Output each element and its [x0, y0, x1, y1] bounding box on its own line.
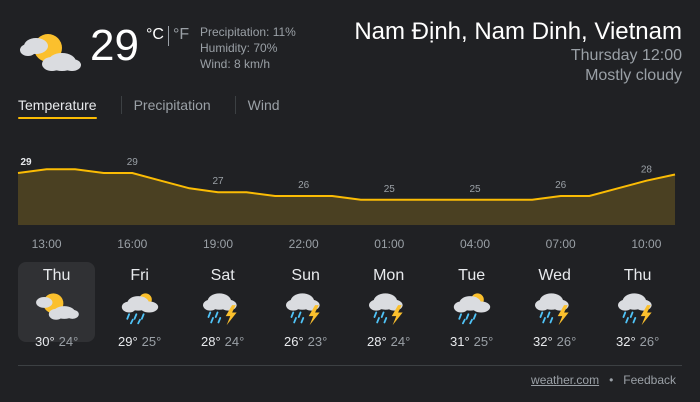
mostly-cloudy-sun-icon [20, 34, 81, 71]
day-temps: 32° 26° [516, 334, 593, 349]
location-name: Nam Định, Nam Dinh, Vietnam [354, 18, 682, 45]
temp-data-label: 25 [384, 184, 396, 195]
precipitation-value: Precipitation: 11% [200, 25, 296, 39]
day-temps: 28° 24° [350, 334, 427, 349]
temp-data-label: 28 [641, 165, 653, 176]
time-tick-label: 22:00 [289, 237, 319, 251]
high-temp: 28° [366, 334, 387, 349]
day-name: Sat [210, 267, 235, 284]
day-temps: 29° 25° [101, 334, 178, 349]
low-temp: 26° [556, 334, 577, 349]
time-tick-label: 04:00 [460, 237, 490, 251]
day-forecast-6[interactable]: Wed 32° 26° [516, 262, 593, 349]
unit-fahrenheit[interactable]: °F [173, 26, 189, 44]
temperature-chart[interactable]: 29 29 27 26 25 25 26 28 13:00 16:00 19:00 22:00 01:0… [0, 150, 700, 260]
humidity-value: Humidity: 70% [200, 41, 278, 55]
day-name: Fri [130, 267, 149, 284]
low-temp: 24° [224, 334, 245, 349]
tab-divider [234, 96, 236, 114]
high-temp: 26° [283, 334, 304, 349]
time-tick-label: 07:00 [546, 237, 576, 251]
metric-tabs: Temperature Precipitation Wind [18, 96, 304, 120]
low-temp: 23° [307, 334, 328, 349]
day-forecast-3[interactable]: Sun 26° 23° [267, 262, 344, 349]
day-temps: 31° 25° [433, 334, 510, 349]
day-forecast-7[interactable]: Thu 32° 26° [599, 262, 676, 349]
day-name: Mon [373, 267, 405, 284]
time-tick-label: 10:00 [631, 237, 661, 251]
temp-data-label: 29 [127, 157, 139, 168]
footer-divider [18, 365, 682, 366]
day-forecast-0[interactable]: Thu 30° 24° [18, 262, 96, 349]
tab-temperature[interactable]: Temperature [18, 97, 109, 119]
temp-data-label: 29 [20, 157, 32, 168]
tab-precipitation[interactable]: Precipitation [134, 97, 223, 119]
time-tick-label: 13:00 [32, 237, 62, 251]
day-name: Thu [42, 267, 71, 284]
day-name: Wed [538, 267, 571, 284]
high-temp: 32° [615, 334, 636, 349]
unit-toggle: °C °F [146, 26, 189, 46]
day-temps: 32° 26° [599, 334, 676, 349]
low-temp: 24° [58, 334, 79, 349]
footer: weather.com • Feedback [531, 373, 676, 387]
day-forecast-2[interactable]: Sat 28° 24° [184, 262, 261, 349]
unit-divider [167, 26, 169, 46]
temp-data-label: 26 [555, 180, 567, 191]
location-block: Nam Định, Nam Dinh, Vietnam Thursday 12:… [354, 18, 682, 86]
unit-celsius[interactable]: °C [146, 26, 164, 44]
day-forecast-4[interactable]: Mon 28° 24° [350, 262, 427, 349]
showers-sun-icon [121, 293, 158, 325]
condition-text: Mostly cloudy [585, 67, 682, 84]
low-temp: 24° [390, 334, 411, 349]
high-temp: 28° [200, 334, 221, 349]
feedback-link[interactable]: Feedback [623, 373, 676, 387]
day-temps: 30° 24° [18, 334, 95, 349]
high-temp: 32° [532, 334, 553, 349]
tab-wind[interactable]: Wind [248, 97, 292, 119]
day-name: Thu [623, 267, 652, 284]
high-temp: 29° [117, 334, 138, 349]
forecast-datetime: Thursday 12:00 [570, 47, 682, 64]
thunderstorm-icon [285, 293, 320, 326]
time-tick-label: 16:00 [117, 237, 147, 251]
low-temp: 25° [473, 334, 494, 349]
showers-sun-icon [453, 293, 490, 325]
day-forecast-1[interactable]: Fri 29° 25° [101, 262, 178, 349]
time-tick-label: 19:00 [203, 237, 233, 251]
low-temp: 26° [639, 334, 660, 349]
current-details: Precipitation: 11% Humidity: 70% Wind: 8… [200, 24, 296, 72]
day-name: Tue [458, 267, 486, 284]
temp-data-label: 26 [298, 180, 310, 191]
weather-source-link[interactable]: weather.com [531, 373, 599, 387]
high-temp: 30° [34, 334, 55, 349]
high-temp: 31° [449, 334, 470, 349]
temp-data-label: 27 [212, 176, 224, 187]
low-temp: 25° [141, 334, 162, 349]
current-temperature: 29 [90, 21, 139, 70]
time-tick-label: 01:00 [374, 237, 404, 251]
day-forecast-5[interactable]: Tue 31° 25° [433, 262, 510, 349]
footer-separator: • [609, 373, 614, 387]
tab-divider [120, 96, 122, 114]
thunderstorm-icon [202, 293, 237, 326]
thunderstorm-icon [368, 293, 403, 326]
temp-data-label: 25 [469, 184, 481, 195]
day-temps: 26° 23° [267, 334, 344, 349]
daily-forecast: Thu 30° 24° Fri 29° 25° Sat 28° 24° Sun 26° 23° Mon 2… [18, 262, 682, 349]
mostly-cloudy-sun-icon [35, 293, 79, 320]
thunderstorm-icon [534, 293, 569, 326]
day-name: Sun [291, 267, 320, 284]
wind-value: Wind: 8 km/h [200, 57, 271, 71]
day-temps: 28° 24° [184, 334, 261, 349]
current-weather: 29 °C °F Precipitation: 11% Humidity: 70… [18, 14, 682, 94]
thunderstorm-icon [617, 293, 652, 326]
